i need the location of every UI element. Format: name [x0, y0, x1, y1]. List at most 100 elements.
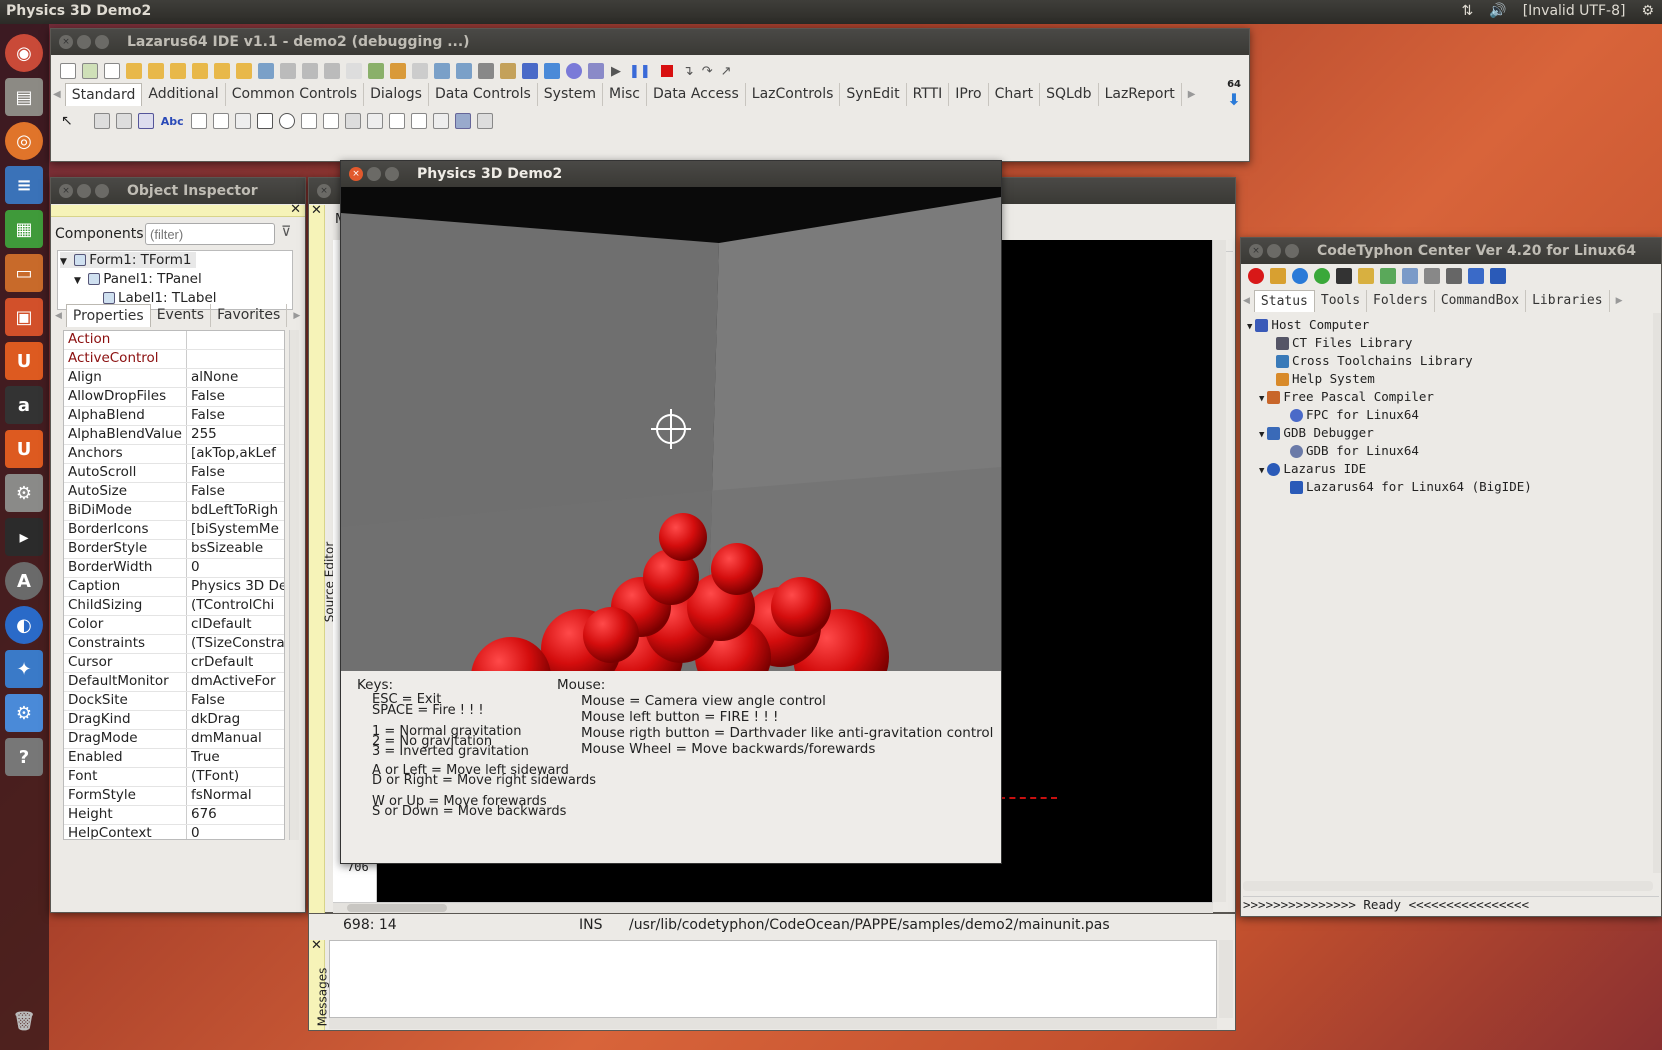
- property-value[interactable]: (TSizeConstra: [187, 635, 284, 653]
- property-row[interactable]: HelpContext 0: [64, 825, 284, 839]
- tree-node-lazarus64[interactable]: Lazarus64 for Linux64 (BigIDE): [1287, 479, 1532, 494]
- maximize-button[interactable]: [95, 184, 109, 198]
- help-icon[interactable]: [1292, 268, 1308, 284]
- files-icon[interactable]: ▤: [5, 78, 43, 116]
- tab-lazcontrols[interactable]: LazControls: [746, 83, 841, 106]
- tabs-scroll-left-icon[interactable]: ◀: [1243, 296, 1250, 306]
- editor-hscrollbar[interactable]: [333, 902, 1213, 913]
- inspect-icon[interactable]: [566, 63, 582, 79]
- download-icon[interactable]: [1270, 268, 1286, 284]
- tab-status[interactable]: Status: [1253, 290, 1315, 312]
- property-value[interactable]: crDefault: [187, 654, 284, 672]
- tab-tools[interactable]: Tools: [1315, 290, 1368, 312]
- tab-dialogs[interactable]: Dialogs: [364, 83, 429, 106]
- clear-filter-icon[interactable]: ⊽: [281, 224, 291, 240]
- project-options-icon[interactable]: [236, 63, 252, 79]
- tab-rtti[interactable]: RTTI: [907, 83, 950, 106]
- tab-standard[interactable]: Standard: [64, 83, 143, 106]
- editor-vscrollbar[interactable]: [1212, 240, 1226, 902]
- folder-icon[interactable]: [1358, 268, 1374, 284]
- new-file-icon[interactable]: [60, 63, 76, 79]
- tree-node-cross-toolchains[interactable]: Cross Toolchains Library: [1273, 353, 1473, 368]
- property-row[interactable]: DefaultMonitor dmActiveFor: [64, 673, 284, 692]
- run-params-icon[interactable]: [522, 63, 538, 79]
- open-icon[interactable]: [126, 63, 142, 79]
- windows-icon[interactable]: [434, 63, 450, 79]
- property-value[interactable]: 255: [187, 426, 284, 444]
- minimize-button[interactable]: [77, 35, 91, 49]
- property-row[interactable]: BiDiMode bdLeftToRigh: [64, 502, 284, 521]
- evaluate-icon[interactable]: [588, 63, 604, 79]
- debug-icon[interactable]: [478, 63, 494, 79]
- minimize-button[interactable]: [77, 184, 91, 198]
- property-value[interactable]: 0: [187, 825, 284, 839]
- panel-icon[interactable]: [432, 113, 449, 129]
- terminal-icon[interactable]: ▸: [5, 518, 43, 556]
- tab-sqldb[interactable]: SQLdb: [1040, 83, 1099, 106]
- property-row[interactable]: Action: [64, 331, 284, 350]
- step-out-icon[interactable]: ↗: [721, 64, 732, 79]
- stop-icon[interactable]: [660, 65, 673, 77]
- tab-data-controls[interactable]: Data Controls: [429, 83, 538, 106]
- toggle-icon[interactable]: [324, 63, 340, 79]
- property-row[interactable]: Height 676: [64, 806, 284, 825]
- package-icon[interactable]: [390, 63, 406, 79]
- dash-icon[interactable]: ◉: [5, 34, 43, 72]
- property-value[interactable]: 0: [187, 559, 284, 577]
- property-value[interactable]: False: [187, 388, 284, 406]
- tree-node-fpc-linux64[interactable]: FPC for Linux64: [1287, 407, 1419, 422]
- tree-node-form1[interactable]: ▼ Form1: TForm1: [60, 252, 196, 268]
- tab-lazreport[interactable]: LazReport: [1099, 83, 1182, 106]
- maximize-button[interactable]: [385, 167, 399, 181]
- ubuntu-one-icon[interactable]: U: [5, 342, 43, 380]
- compile-icon[interactable]: [346, 63, 362, 79]
- toggle-form-icon[interactable]: [258, 63, 274, 79]
- property-value[interactable]: fsNormal: [187, 787, 284, 805]
- checkbox-icon[interactable]: [256, 113, 273, 129]
- property-row[interactable]: AutoSize False: [64, 483, 284, 502]
- update-manager-icon[interactable]: A: [5, 562, 43, 600]
- attach-icon[interactable]: [544, 63, 560, 79]
- property-row[interactable]: Constraints (TSizeConstra: [64, 635, 284, 654]
- combobox-icon[interactable]: [322, 113, 339, 129]
- property-row[interactable]: Align alNone: [64, 369, 284, 388]
- property-value[interactable]: [biSystemMe: [187, 521, 284, 539]
- close-button[interactable]: ×: [317, 184, 331, 198]
- step-over-icon[interactable]: ↷: [702, 64, 713, 79]
- tree-node-gdb[interactable]: ▼ GDB Debugger: [1259, 425, 1374, 440]
- tab-properties[interactable]: Properties: [65, 304, 151, 327]
- lazarus-icon[interactable]: [1490, 268, 1506, 284]
- refresh-icon[interactable]: [1314, 268, 1330, 284]
- step-into-icon[interactable]: ↴: [683, 64, 694, 79]
- property-value[interactable]: False: [187, 464, 284, 482]
- memo-icon[interactable]: [212, 113, 229, 129]
- software-center-icon[interactable]: ▣: [5, 298, 43, 336]
- minimize-button[interactable]: [367, 167, 381, 181]
- tree-node-fpc[interactable]: ▼ Free Pascal Compiler: [1259, 389, 1434, 404]
- impress-icon[interactable]: ▭: [5, 254, 43, 292]
- tabs-scroll-right-icon[interactable]: ▶: [293, 311, 300, 321]
- property-value[interactable]: bdLeftToRigh: [187, 502, 284, 520]
- tab-misc[interactable]: Misc: [603, 83, 647, 106]
- property-value[interactable]: True: [187, 749, 284, 767]
- run-icon[interactable]: ▶: [611, 64, 621, 79]
- property-row[interactable]: ChildSizing (TControlChi: [64, 597, 284, 616]
- property-row[interactable]: DragMode dmManual: [64, 730, 284, 749]
- writer-icon[interactable]: ≡: [5, 166, 43, 204]
- close-button[interactable]: ×: [59, 35, 73, 49]
- property-row[interactable]: AutoScroll False: [64, 464, 284, 483]
- tree-node-ct-files[interactable]: CT Files Library: [1273, 335, 1412, 350]
- property-value[interactable]: alNone: [187, 369, 284, 387]
- property-grid-scrollbar[interactable]: [289, 330, 299, 840]
- tab-ipro[interactable]: IPro: [949, 83, 989, 106]
- tabs-scroll-right-icon[interactable]: ▶: [1616, 296, 1623, 306]
- property-row[interactable]: AllowDropFiles False: [64, 388, 284, 407]
- tab-system[interactable]: System: [538, 83, 603, 106]
- property-row[interactable]: DragKind dkDrag: [64, 711, 284, 730]
- dock-close-icon[interactable]: ✕: [311, 938, 322, 953]
- property-row[interactable]: Color clDefault: [64, 616, 284, 635]
- trash-icon[interactable]: 🗑: [5, 1002, 43, 1040]
- maximize-button[interactable]: [95, 35, 109, 49]
- property-value[interactable]: False: [187, 483, 284, 501]
- ubuntu-one-music-icon[interactable]: U: [5, 430, 43, 468]
